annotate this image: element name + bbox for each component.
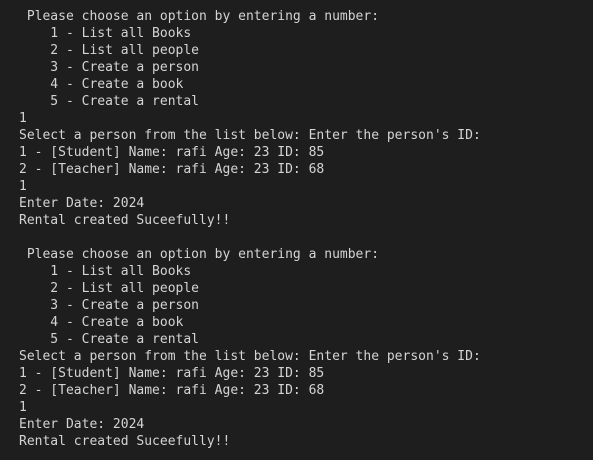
user-input: 1 [19,400,27,415]
menu-option-create-rental: 5 - Create a rental [19,94,200,109]
enter-date-prompt: Enter Date: 2024 [19,196,145,211]
select-person-prompt: Select a person from the list below: Ent… [19,128,481,143]
menu-option-create-rental: 5 - Create a rental [19,332,200,347]
enter-date-prompt: Enter Date: 2024 [19,417,145,432]
user-input: 1 [19,111,27,126]
menu-option-create-book: 4 - Create a book [19,77,184,92]
select-person-prompt: Select a person from the list below: Ent… [19,349,481,364]
rental-success-message: Rental created Suceefully!! [19,213,231,228]
menu-option-list-people: 2 - List all people [19,281,200,296]
person-list-item: 2 - [Teacher] Name: rafi Age: 23 ID: 68 [19,162,325,177]
menu-option-create-person: 3 - Create a person [19,60,200,75]
user-input: 1 [19,179,27,194]
menu-prompt: Please choose an option by entering a nu… [19,9,380,24]
menu-option-create-book: 4 - Create a book [19,315,184,330]
menu-prompt: Please choose an option by entering a nu… [19,247,380,262]
menu-option-list-people: 2 - List all people [19,43,200,58]
terminal-output[interactable]: Please choose an option by entering a nu… [0,0,593,460]
person-list-item: 1 - [Student] Name: rafi Age: 23 ID: 85 [19,366,325,381]
rental-success-message: Rental created Suceefully!! [19,434,231,449]
person-list-item: 2 - [Teacher] Name: rafi Age: 23 ID: 68 [19,383,325,398]
menu-option-list-books: 1 - List all Books [19,264,192,279]
menu-option-list-books: 1 - List all Books [19,26,192,41]
menu-option-create-person: 3 - Create a person [19,298,200,313]
person-list-item: 1 - [Student] Name: rafi Age: 23 ID: 85 [19,145,325,160]
